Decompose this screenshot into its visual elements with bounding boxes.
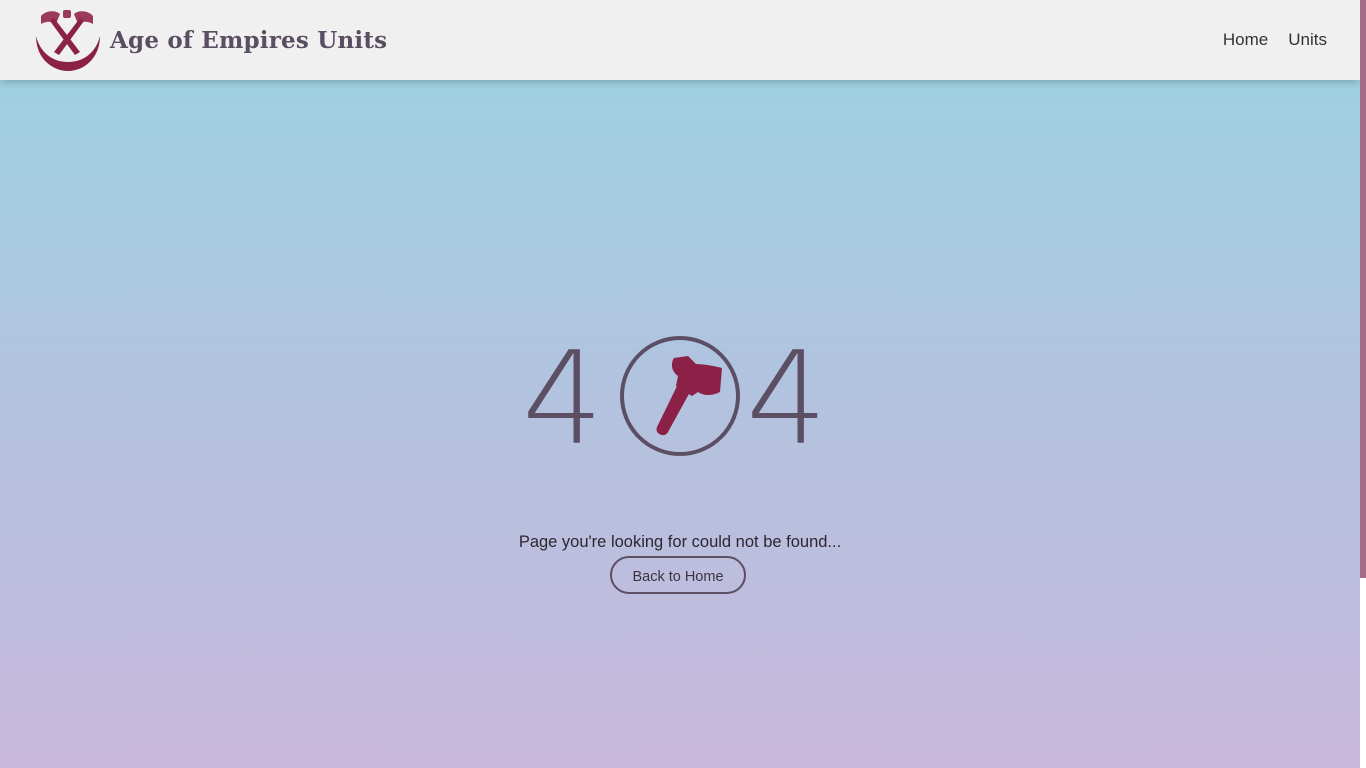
brand-link[interactable]: Age of Empires Units	[32, 8, 387, 72]
error-code-digit-left: 4	[522, 325, 604, 474]
error-code-404: 4 4	[522, 330, 838, 464]
back-to-home-button[interactable]: Back to Home	[610, 556, 746, 594]
top-navbar: Age of Empires Units Home Units	[0, 0, 1360, 80]
nav-link-home[interactable]: Home	[1223, 30, 1268, 50]
error-message: Page you're looking for could not be fou…	[518, 532, 842, 551]
nav-link-units[interactable]: Units	[1288, 30, 1327, 50]
axe-in-circle-icon	[620, 336, 740, 456]
crossed-axes-logo-icon	[36, 10, 100, 71]
page-viewport: Age of Empires Units Home Units 4 4 Page…	[0, 0, 1366, 768]
scrollbar-thumb[interactable]	[1360, 0, 1366, 578]
nav-links: Home Units	[1223, 0, 1327, 80]
error-code-digit-right: 4	[746, 325, 828, 474]
not-found-section: 4 4 Page you're looking for could not be…	[0, 330, 1360, 610]
brand-title: Age of Empires Units	[110, 26, 388, 54]
